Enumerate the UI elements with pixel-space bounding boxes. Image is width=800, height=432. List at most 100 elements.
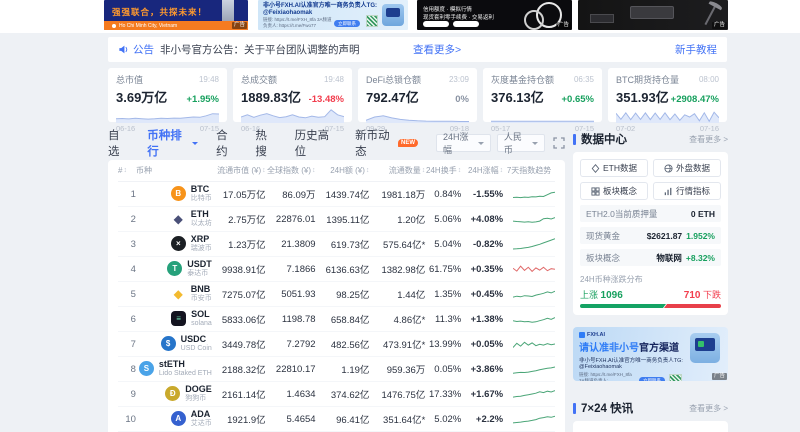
eth2-stake-row[interactable]: ETH2.0当前质押量 0 ETH: [580, 205, 721, 222]
table-row[interactable]: 4 T USDT 泰达币 9938.91亿 7.1866 6136.63亿 13…: [118, 257, 555, 282]
cell-rank: 2: [118, 214, 136, 225]
speaker-icon: [118, 44, 129, 55]
cell-supply: 4.86亿*: [369, 312, 425, 326]
promo-banner[interactable]: FXH.AI 请认准非小号官方渠道 非小号FXH.AI认准官方唯一商务负责人TG…: [573, 327, 728, 381]
tab-coin-ranking[interactable]: 币种排行: [147, 127, 198, 159]
stat-value: 1889.83亿: [241, 87, 301, 106]
table-row[interactable]: 1 B BTC 比特币 17.05万亿 86.09万 1439.74亿 1981…: [118, 182, 555, 207]
ad-pill-button[interactable]: [423, 21, 449, 27]
sector-concepts-button[interactable]: 板块概念: [580, 182, 648, 200]
stat-value: 351.93亿: [616, 87, 669, 106]
data-center-header: 数据中心 查看更多 >: [573, 132, 728, 146]
stat-card[interactable]: 总成交额 19:48 1889.83亿 -13.48% 06-16 07-15: [233, 68, 352, 122]
qr-code: [366, 15, 378, 27]
view-more-link[interactable]: 查看更多 >: [689, 403, 728, 414]
table-row[interactable]: 3 × XRP 瑞波币 1.23万亿 21.3809 619.73亿 575.6…: [118, 232, 555, 257]
coin-names: DOGE 狗狗币: [185, 385, 212, 403]
ad-banner-hardware[interactable]: 广告: [578, 0, 728, 30]
dropdown-value: 24H涨幅: [443, 130, 472, 156]
coin-names: BNB 币安币: [191, 285, 212, 303]
ad-pill-button[interactable]: [453, 21, 479, 27]
column-header[interactable]: 24H涨幅↕: [461, 165, 503, 176]
market-indicators-button[interactable]: 行情指标: [653, 182, 721, 200]
cell-supply: 959.36万: [369, 362, 425, 376]
coin-symbol: ADA: [191, 410, 212, 420]
table-header-row: #↕币种流通市值 (¥)↕全球指数 (¥)↕24H额 (¥)↕流通数量↕24H换…: [118, 160, 555, 182]
stat-change: +2908.47%: [671, 94, 719, 105]
column-header[interactable]: 全球指数 (¥)↕: [266, 165, 316, 176]
table-row[interactable]: 10 A ADA 艾达币 1921.9亿 5.4654 96.41亿 351.6…: [118, 407, 555, 432]
stat-card[interactable]: BTC期货持仓量 08:00 351.93亿 +2908.47% 07-02 0…: [608, 68, 727, 122]
coin-icon: S: [139, 361, 154, 376]
table-row[interactable]: 8 S stETH Lido Staked ETH 2188.32亿 22810…: [118, 357, 555, 382]
tab-hot-search[interactable]: 热搜: [255, 127, 276, 159]
cell-supply: 575.64亿*: [369, 237, 425, 251]
cell-volume: 98.25亿: [316, 287, 370, 301]
cell-turnover: 1.35%: [425, 289, 461, 300]
table-row[interactable]: 6 ≡ SOL solana 5833.06亿 1198.78 658.84亿 …: [118, 307, 555, 332]
spot-gold-row[interactable]: 现货黄金 $2621.87 1.952%: [580, 227, 721, 244]
cell-rank: 8: [118, 364, 136, 375]
cell-rank: 7: [118, 339, 136, 350]
coin-symbol: SOL: [191, 310, 212, 320]
ad-contact-button[interactable]: 立即联系: [334, 20, 360, 27]
mini-area-chart: [116, 108, 219, 123]
stat-card[interactable]: 总市值 19:48 3.69万亿 +1.95% 06-16 07-15: [108, 68, 227, 122]
view-more-link[interactable]: 查看更多 >: [689, 134, 728, 145]
cell-market-cap: 5833.06亿: [212, 312, 266, 326]
table-row[interactable]: 2 ◆ ETH 以太坊 2.75万亿 22876.01 1395.11亿 1.2…: [118, 207, 555, 232]
sort-icon: ↕: [123, 167, 127, 174]
cell-market-cap: 2188.32亿: [212, 362, 266, 376]
stat-header: 总成交额 19:48: [241, 73, 344, 86]
table-row[interactable]: 7 $ USDC USD Coin 3449.78亿 7.2792 482.56…: [118, 332, 555, 357]
tab-new-coins[interactable]: 新币动态NEW: [355, 127, 418, 159]
sparkline: [503, 312, 555, 326]
stat-card[interactable]: DeFi总锁仓额 23:09 792.47亿 0% 09-29 09-18: [358, 68, 477, 122]
column-header[interactable]: 流通市值 (¥)↕: [212, 165, 266, 176]
ad-banner-vietnam[interactable]: 强强联合，共探未来！ Ho Chi Minh City, Vietnam 广告: [104, 0, 248, 30]
table-body: 1 B BTC 比特币 17.05万亿 86.09万 1439.74亿 1981…: [118, 182, 555, 432]
coin-names: ETH 以太坊: [191, 210, 212, 228]
coin-names: BTC 比特币: [191, 185, 212, 203]
column-header[interactable]: 24H换手↕: [425, 165, 461, 176]
cell-price: 5.4654: [266, 414, 316, 425]
banner-contact-button[interactable]: 立即联系: [639, 377, 665, 381]
stat-card[interactable]: 灰度基金持仓额 06:35 376.13亿 +0.65% 05-17 07-15: [483, 68, 602, 122]
sector-concept-row[interactable]: 板块概念 物联网 +8.32%: [580, 249, 721, 266]
view-more-link[interactable]: 查看更多>: [413, 42, 461, 57]
cell-coin: ◆ BNB 币安币: [136, 285, 212, 303]
stat-timestamp: 19:48: [199, 75, 219, 84]
ad-banner-exchange[interactable]: 信用额度 · 模拟行情 现货套利零手续费 · 交易返利 广告: [417, 0, 572, 30]
coin-names: SOL solana: [191, 310, 212, 328]
monitor-graphic: [630, 6, 674, 19]
column-header[interactable]: 流通数量↕: [369, 165, 425, 176]
column-header: 7天指数趋势: [503, 165, 555, 176]
table-row[interactable]: 5 ◆ BNB 币安币 7275.07亿 5051.93 98.25亿 1.44…: [118, 282, 555, 307]
tab-watchlist[interactable]: 自选: [108, 127, 129, 159]
blocks-icon: [591, 187, 600, 196]
tab-contracts[interactable]: 合约: [216, 127, 237, 159]
table-row[interactable]: 9 Ð DOGE 狗狗币 2161.14亿 1.4634 374.62亿 147…: [118, 382, 555, 407]
change-filter-dropdown[interactable]: 24H涨幅: [436, 134, 491, 152]
currency-dropdown[interactable]: 人民币: [497, 134, 545, 152]
tab-ath[interactable]: 历史高位: [295, 127, 338, 159]
stat-value-row: 3.69万亿 +1.95%: [116, 87, 219, 106]
announcement-text[interactable]: 非小号官方公告：关于平台团队调整的声明: [160, 42, 360, 57]
tutorial-link[interactable]: 新手教程: [675, 42, 717, 57]
column-header[interactable]: 24H额 (¥)↕: [316, 165, 370, 176]
button-label: 外盘数据: [676, 162, 710, 174]
column-header[interactable]: #↕: [118, 166, 136, 175]
bar-chart-icon: [664, 187, 673, 196]
coin-symbol: stETH: [159, 360, 212, 370]
eth-data-button[interactable]: ETH数据: [580, 159, 648, 177]
cell-coin: Ð DOGE 狗狗币: [136, 385, 212, 403]
cell-turnover: 5.04%: [425, 239, 461, 250]
fullscreen-icon[interactable]: [553, 137, 565, 149]
cell-supply: 351.64亿*: [369, 412, 425, 426]
external-markets-button[interactable]: 外盘数据: [653, 159, 721, 177]
down-count: 710 下跌: [684, 288, 721, 301]
chevron-down-icon: [532, 142, 538, 148]
feixiaohao-page: 强强联合，共探未来！ Ho Chi Minh City, Vietnam 广告 …: [0, 0, 800, 432]
ad-banner-fxhai[interactable]: 非小号FXH.AI认准官方唯一商务负责人TG: @Feixiaohaomak 链…: [258, 0, 408, 30]
down-bar-segment: [664, 304, 721, 308]
